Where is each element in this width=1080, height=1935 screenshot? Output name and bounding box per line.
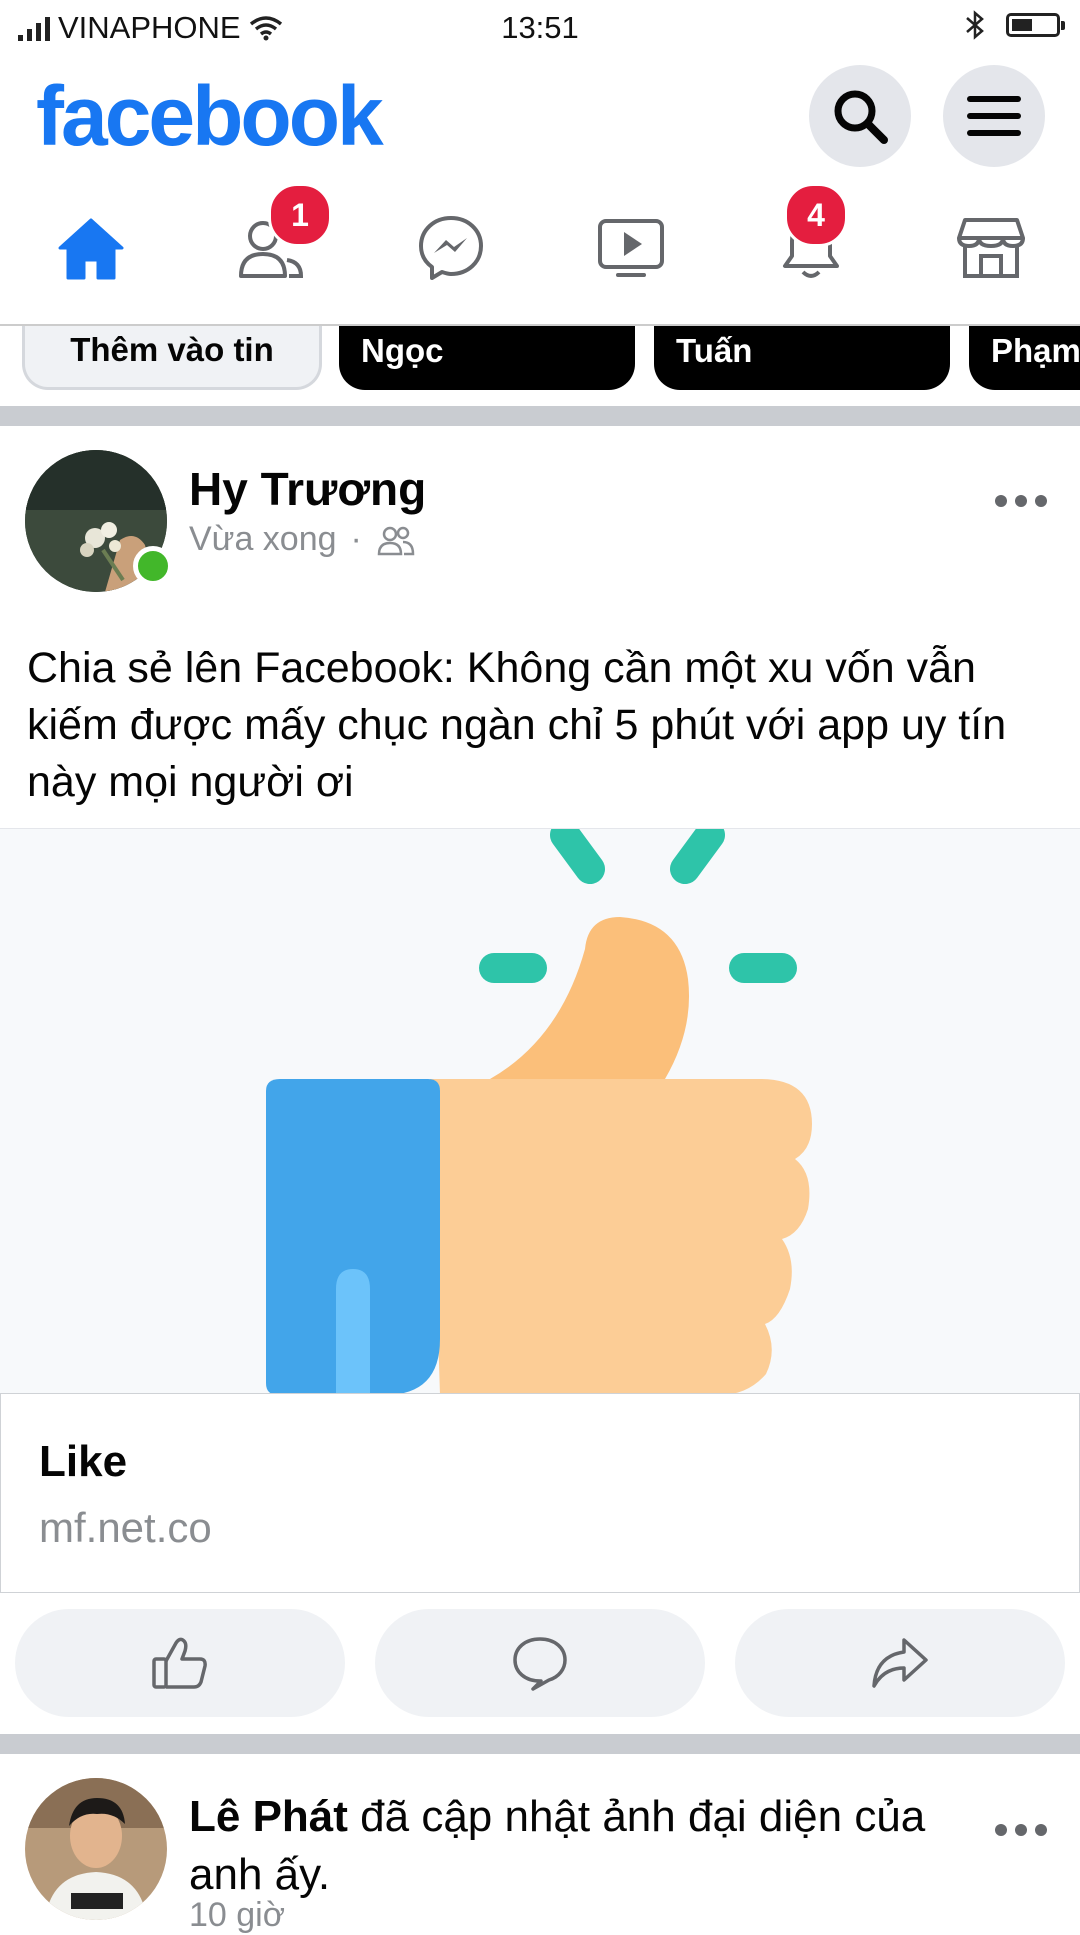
link-preview-card[interactable] <box>0 1393 1080 1593</box>
story-label: Phạm <box>991 332 1080 369</box>
story-label: Ngọc <box>361 332 444 369</box>
status-right <box>964 10 1065 40</box>
nav-notifications[interactable]: 4 <box>766 183 856 288</box>
online-status-dot <box>133 546 173 586</box>
status-time: 13:51 <box>501 10 579 45</box>
story-card[interactable]: Phạm <box>969 326 1080 390</box>
post-author-name[interactable]: Hy Trương <box>189 462 426 516</box>
author-avatar[interactable] <box>25 1778 167 1920</box>
like-icon <box>152 1637 207 1689</box>
nav-home[interactable] <box>46 208 136 288</box>
story-card[interactable]: Tuấn <box>654 326 950 390</box>
share-icon <box>872 1638 928 1688</box>
search-icon <box>834 90 888 144</box>
home-icon <box>58 218 124 280</box>
comment-button[interactable] <box>375 1609 705 1717</box>
thumbs-up-illustration <box>266 829 812 1395</box>
nav-friends[interactable]: 1 <box>226 183 332 288</box>
hamburger-icon <box>967 96 1021 136</box>
link-domain: mf.net.co <box>39 1504 212 1551</box>
share-button[interactable] <box>735 1609 1065 1717</box>
facebook-logo[interactable]: facebook <box>36 68 384 165</box>
nav-watch[interactable] <box>586 208 676 288</box>
battery-icon <box>1006 13 1065 37</box>
post-meta: Vừa xong · <box>189 520 416 559</box>
marketplace-icon <box>957 218 1025 278</box>
post-link-image[interactable] <box>0 828 1080 1395</box>
post2-time[interactable]: 10 giờ <box>189 1896 285 1935</box>
like-button[interactable] <box>15 1609 345 1717</box>
watch-icon <box>598 219 664 277</box>
stories-tray: Thêm vào tin Ngọc Tuấn Phạm <box>0 326 1080 406</box>
comment-icon <box>513 1637 567 1691</box>
meta-dot-separator: · <box>350 520 362 558</box>
story-label: Thêm vào tin <box>70 330 274 368</box>
nav-messenger[interactable] <box>406 208 496 288</box>
story-card[interactable]: Ngọc <box>339 326 635 390</box>
menu-button[interactable] <box>943 65 1045 167</box>
post-text: Chia sẻ lên Facebook: Không cần một xu v… <box>27 644 1007 806</box>
section-divider <box>0 406 1080 426</box>
avatar-photo <box>25 1778 167 1920</box>
story-label: Tuấn <box>676 332 753 369</box>
friends-privacy-icon <box>377 526 415 555</box>
messenger-icon <box>419 216 483 280</box>
section-divider <box>0 1734 1080 1754</box>
post-options-button[interactable] <box>995 495 1047 507</box>
nav-marketplace[interactable] <box>946 208 1036 288</box>
search-button[interactable] <box>809 65 911 167</box>
top-nav: 1 4 <box>0 168 1080 326</box>
post2-options-button[interactable] <box>995 1824 1047 1836</box>
bluetooth-icon <box>966 10 984 40</box>
friends-badge: 1 <box>268 183 332 247</box>
notifications-badge: 4 <box>784 183 848 247</box>
post2-author-name[interactable]: Lê Phát <box>189 1792 348 1841</box>
status-bar: VINAPHONE 13:51 <box>0 0 1080 58</box>
post-time[interactable]: Vừa xong <box>189 520 337 559</box>
post2-headline: Lê Phát đã cập nhật ảnh đại diện của anh… <box>189 1788 1009 1904</box>
story-add[interactable]: Thêm vào tin <box>22 326 322 390</box>
link-title: Like <box>39 1437 128 1486</box>
